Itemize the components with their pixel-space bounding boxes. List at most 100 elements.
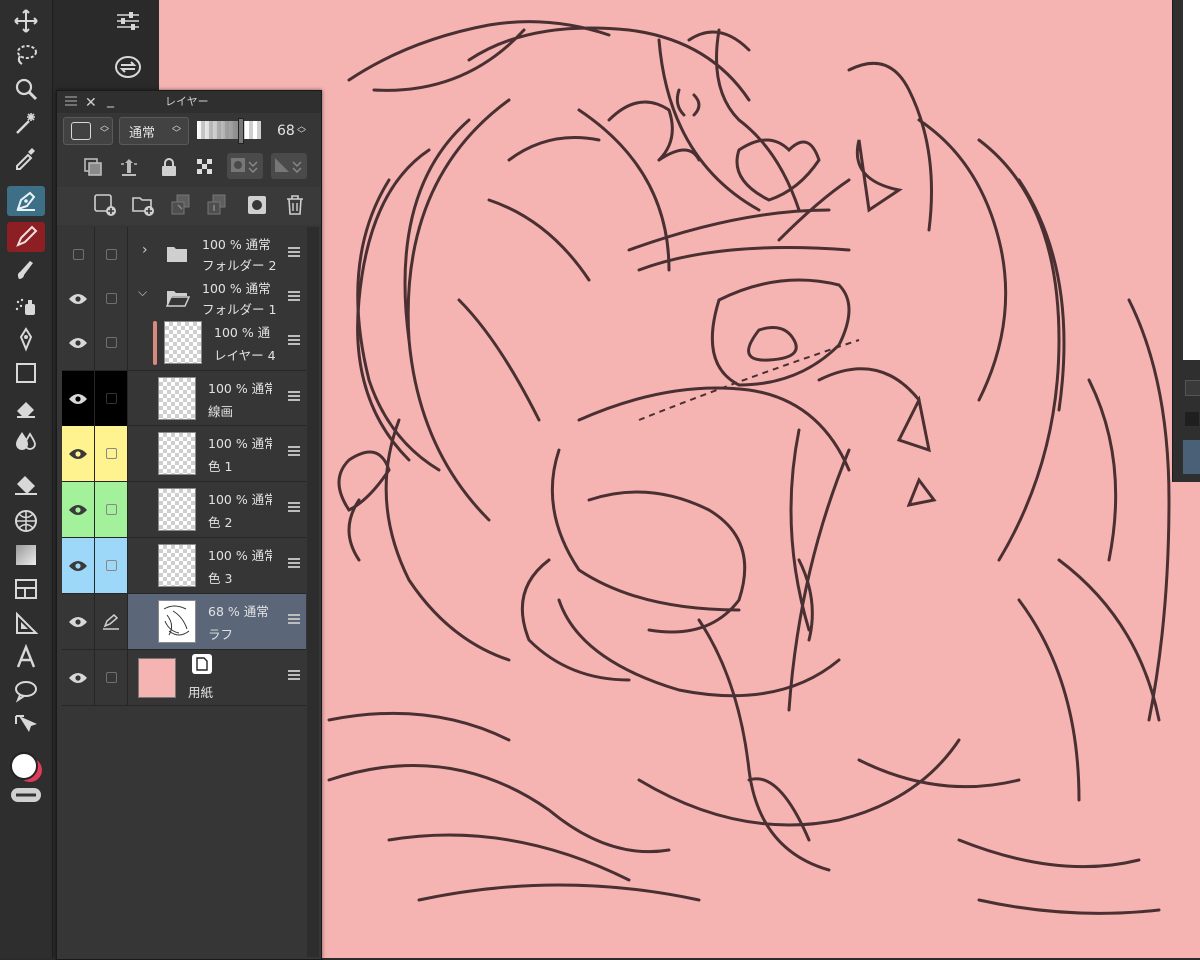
lock-icon[interactable] <box>157 155 181 179</box>
layer-list-scrollbar[interactable] <box>307 227 319 957</box>
layer-menu-icon[interactable] <box>288 391 300 403</box>
lock-toggle[interactable] <box>95 482 128 537</box>
combine-down-icon[interactable] <box>205 193 229 217</box>
lasso-tool-icon[interactable] <box>7 40 45 70</box>
opacity-slider[interactable] <box>197 118 261 144</box>
layer-info: 100 % 通常 <box>208 381 272 396</box>
layer-row-lineart[interactable]: 100 % 通常 線画 <box>62 371 306 426</box>
layer-row-color-1[interactable]: 100 % 通常 色 1 <box>62 426 306 482</box>
eye-icon[interactable] <box>62 538 95 593</box>
layer-name: レイヤー 4 <box>214 348 276 363</box>
layer-menu-icon[interactable] <box>288 558 300 570</box>
panel-button[interactable] <box>1185 380 1200 396</box>
clip-icon[interactable] <box>81 155 105 179</box>
layer-row-color-2[interactable]: 100 % 通常 色 2 <box>62 482 306 538</box>
text-tool-icon[interactable] <box>7 642 45 672</box>
layer-color-marker <box>153 321 157 365</box>
layer-menu-icon[interactable] <box>288 670 300 682</box>
expression-color-button[interactable]: ︿ ﹀ <box>63 117 113 145</box>
square-icon <box>71 122 91 140</box>
pencil-tool-icon[interactable] <box>7 222 45 252</box>
magic-wand-icon[interactable] <box>7 108 45 138</box>
frame-border-icon[interactable] <box>7 574 45 604</box>
lock-toggle[interactable] <box>95 315 128 370</box>
layer-info: 100 % 通常 <box>208 492 272 507</box>
layer-menu-icon[interactable] <box>288 291 300 303</box>
drag-handle-icon[interactable] <box>65 96 77 106</box>
figure-tool-icon[interactable] <box>7 358 45 388</box>
eye-icon[interactable] <box>62 650 95 705</box>
gradient-tool-icon[interactable] <box>7 540 45 570</box>
collapse-chevron-icon[interactable]: ⌵ <box>138 285 147 300</box>
eye-icon[interactable] <box>62 315 95 370</box>
opacity-value[interactable]: 68 <box>277 123 295 139</box>
sliders-icon[interactable] <box>113 6 143 36</box>
airbrush-tool-icon[interactable] <box>7 290 45 320</box>
ruler-enable-button[interactable] <box>271 153 307 179</box>
layer-thumbnail-sketch <box>158 600 196 643</box>
pen-option-icon[interactable] <box>1183 440 1200 474</box>
eye-icon[interactable] <box>62 371 95 426</box>
grid-ruler-icon[interactable] <box>7 506 45 536</box>
create-mask-icon[interactable] <box>245 193 269 217</box>
eye-icon[interactable] <box>62 482 95 537</box>
lock-toggle[interactable] <box>95 371 128 426</box>
blend-mode-label: 通常 <box>129 125 156 141</box>
pencil-edit-icon[interactable] <box>95 594 128 649</box>
layer-name: 線画 <box>208 404 234 419</box>
stepper-icon[interactable]: ︿ ﹀ <box>297 123 306 140</box>
panel-button-dark[interactable] <box>1185 412 1199 426</box>
layer-menu-icon[interactable] <box>288 335 300 347</box>
fill-tool-icon[interactable] <box>7 470 45 500</box>
layer-info: 100 % 通常 <box>208 436 272 451</box>
eye-icon[interactable] <box>62 594 95 649</box>
decoration-tool-icon[interactable] <box>7 324 45 354</box>
swap-icon[interactable] <box>113 52 143 82</box>
layer-thumbnail <box>158 488 196 531</box>
layer-info: 100 % 通常 <box>202 237 271 252</box>
correct-line-icon[interactable] <box>7 710 45 740</box>
balloon-tool-icon[interactable] <box>7 676 45 706</box>
transfer-down-icon[interactable] <box>169 193 193 217</box>
layer-menu-icon[interactable] <box>288 502 300 514</box>
lock-toggle[interactable] <box>95 650 128 705</box>
lock-toggle[interactable] <box>95 426 128 481</box>
layer-menu-icon[interactable] <box>288 247 300 259</box>
ruler-tool-icon[interactable] <box>7 608 45 638</box>
layer-menu-icon[interactable] <box>288 446 300 458</box>
stepper-icon: ︿ ﹀ <box>172 121 182 139</box>
eraser-tool-icon[interactable] <box>7 392 45 422</box>
layer-name: ラフ <box>208 627 234 642</box>
eye-icon[interactable] <box>62 426 95 481</box>
layer-thumbnail <box>158 377 196 420</box>
blend-tool-icon[interactable] <box>7 426 45 456</box>
layer-menu-icon[interactable] <box>288 614 300 626</box>
layer-row-rough[interactable]: 68 % 通常 ラフ <box>62 594 306 650</box>
lock-toggle[interactable] <box>95 538 128 593</box>
brush-tool-icon[interactable] <box>7 256 45 286</box>
layer-row-layer-4[interactable]: 100 % 通 レイヤー 4 <box>62 315 306 371</box>
layer-row-paper[interactable]: 用紙 <box>62 650 306 706</box>
new-folder-icon[interactable] <box>131 193 155 217</box>
pen-tool-icon[interactable] <box>7 186 45 216</box>
main-color-swatch[interactable] <box>8 750 46 814</box>
blend-mode-select[interactable]: 通常 ︿ ﹀ <box>119 117 189 145</box>
expand-chevron-icon[interactable]: › <box>142 242 148 258</box>
close-icon[interactable]: ✕ <box>85 92 97 114</box>
layer-thumbnail <box>164 321 202 364</box>
layer-name: 色 1 <box>208 459 233 474</box>
mask-enable-button[interactable] <box>227 153 263 179</box>
minimize-icon[interactable]: _ <box>107 89 114 111</box>
move-tool-icon[interactable] <box>7 6 45 36</box>
eyedropper-icon[interactable] <box>7 142 45 172</box>
layer-info: 100 % 通 <box>214 325 271 340</box>
layer-thumbnail <box>158 544 196 587</box>
layer-row-color-3[interactable]: 100 % 通常 色 3 <box>62 538 306 594</box>
reference-layer-icon[interactable] <box>117 155 141 179</box>
zoom-tool-icon[interactable] <box>7 74 45 104</box>
folder-open-icon <box>166 291 190 307</box>
new-raster-layer-icon[interactable] <box>93 193 117 217</box>
layer-panel: ✕ _ レイヤー ︿ ﹀ 通常 ︿ ﹀ 68 ︿ ﹀ › 100 % 通常 フォ… <box>56 90 322 960</box>
lock-transparent-icon[interactable] <box>193 155 217 179</box>
trash-icon[interactable] <box>283 193 307 217</box>
